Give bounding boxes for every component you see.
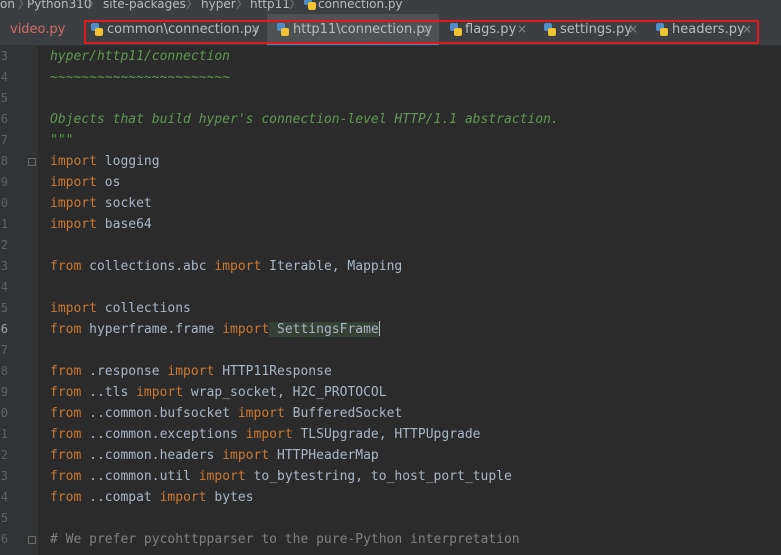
tab-video-py[interactable]: video.py — [0, 14, 75, 45]
line-number: 3 — [0, 259, 8, 273]
code-line: Objects that build hyper's connection-le… — [50, 112, 559, 127]
code-line: from ..compat import bytes — [50, 490, 254, 505]
python-file-icon — [303, 0, 316, 10]
breadcrumb-separator-icon: 〉 — [289, 0, 302, 11]
line-number: 0 — [0, 406, 8, 420]
code-line: ~~~~~~~~~~~~~~~~~~~~~~~ — [50, 70, 231, 85]
editor-tab-bar: video.py common\connection.py × http11\c… — [0, 14, 781, 46]
close-tab-icon[interactable]: × — [742, 14, 752, 45]
tab-label: headers.py — [672, 22, 745, 37]
close-tab-icon[interactable]: × — [517, 14, 527, 45]
line-number: 9 — [0, 385, 8, 399]
code-line-current: from hyperframe.frame import SettingsFra… — [50, 321, 380, 337]
line-number: 8 — [0, 364, 8, 378]
close-tab-icon[interactable]: × — [250, 14, 260, 45]
line-number: 9 — [0, 175, 8, 189]
code-line: from ..common.util import to_bytestring,… — [50, 469, 512, 484]
line-number: 1 — [0, 217, 8, 231]
breadcrumb-separator-icon: 〉 — [88, 0, 101, 11]
code-line: import logging — [50, 154, 160, 169]
breadcrumb-item[interactable]: hyper — [201, 0, 236, 10]
breadcrumb-item[interactable]: Python310 — [27, 0, 92, 10]
code-line: """ — [50, 133, 74, 148]
code-line: from collections.abc import Iterable, Ma… — [50, 259, 403, 274]
text-caret — [378, 321, 380, 336]
line-number: 1 — [0, 427, 8, 441]
code-line: hyper/http11/connection — [50, 49, 231, 64]
code-line: # We prefer pycohttpparser to the pure-P… — [50, 532, 520, 547]
code-line: from ..tls import wrap_socket, H2C_PROTO… — [50, 385, 387, 400]
line-number: 6 — [0, 112, 8, 126]
line-number: 8 — [0, 154, 8, 168]
line-number-gutter[interactable]: 3 4 5 6 7 8 9 0 1 2 3 4 5 6 7 8 9 0 1 2 … — [0, 46, 38, 555]
line-number: 0 — [0, 196, 8, 210]
python-file-icon — [655, 23, 668, 36]
line-number: 5 — [0, 301, 8, 315]
code-line: from ..common.headers import HTTPHeaderM… — [50, 448, 379, 463]
breadcrumb-item[interactable]: on — [0, 0, 15, 10]
line-number: 2 — [0, 238, 8, 252]
breadcrumb-item[interactable]: connection.py — [318, 0, 403, 10]
code-line: import base64 — [50, 217, 152, 232]
code-line: import collections — [50, 301, 191, 316]
python-file-icon — [543, 23, 556, 36]
close-tab-icon[interactable]: × — [628, 14, 638, 45]
code-line: from ..common.exceptions import TLSUpgra… — [50, 427, 481, 442]
tab-label: common\connection.py — [107, 22, 260, 37]
line-number: 4 — [0, 490, 8, 504]
tab-label: flags.py — [465, 22, 517, 37]
tab-flags-py[interactable]: flags.py × — [440, 14, 535, 45]
breadcrumb-separator-icon: 〉 — [236, 0, 249, 11]
python-file-icon — [449, 23, 462, 36]
breadcrumb-separator-icon: 〉 — [186, 0, 199, 11]
breadcrumb-item[interactable]: http11 — [250, 0, 290, 10]
code-line: import socket — [50, 196, 152, 211]
fold-marker-icon[interactable] — [28, 158, 36, 166]
line-number: 3 — [0, 49, 8, 63]
python-file-icon — [276, 23, 289, 36]
code-line: from .response import HTTP11Response — [50, 364, 332, 379]
line-number: 5 — [0, 91, 8, 105]
tab-settings-py[interactable]: settings.py × — [536, 14, 648, 45]
breadcrumb: on 〉 Python310 〉 site-packages 〉 hyper 〉… — [0, 0, 781, 14]
line-number: 4 — [0, 70, 8, 84]
tab-common-connection-py[interactable]: common\connection.py × — [86, 14, 266, 45]
line-number-current: 6 — [0, 322, 8, 336]
line-number: 6 — [0, 532, 8, 546]
breadcrumb-item[interactable]: site-packages — [103, 0, 186, 10]
fold-marker-icon[interactable] — [28, 536, 36, 544]
tab-label: settings.py — [560, 22, 632, 37]
tab-label: video.py — [10, 22, 66, 37]
tab-label: http11\connection.py — [293, 22, 433, 37]
code-editor[interactable]: hyper/http11/connection ~~~~~~~~~~~~~~~~… — [38, 46, 781, 555]
line-number: 7 — [0, 133, 8, 147]
line-number: 4 — [0, 280, 8, 294]
python-file-icon — [90, 23, 103, 36]
tab-http11-connection-py[interactable]: http11\connection.py × — [267, 14, 439, 45]
code-line: from ..common.bufsocket import BufferedS… — [50, 406, 403, 421]
line-number: 3 — [0, 469, 8, 483]
line-number: 7 — [0, 343, 8, 357]
tab-headers-py[interactable]: headers.py × — [649, 14, 759, 45]
code-line: import os — [50, 175, 121, 190]
close-tab-icon[interactable]: × — [422, 14, 432, 45]
line-number: 5 — [0, 511, 8, 525]
line-number: 2 — [0, 448, 8, 462]
